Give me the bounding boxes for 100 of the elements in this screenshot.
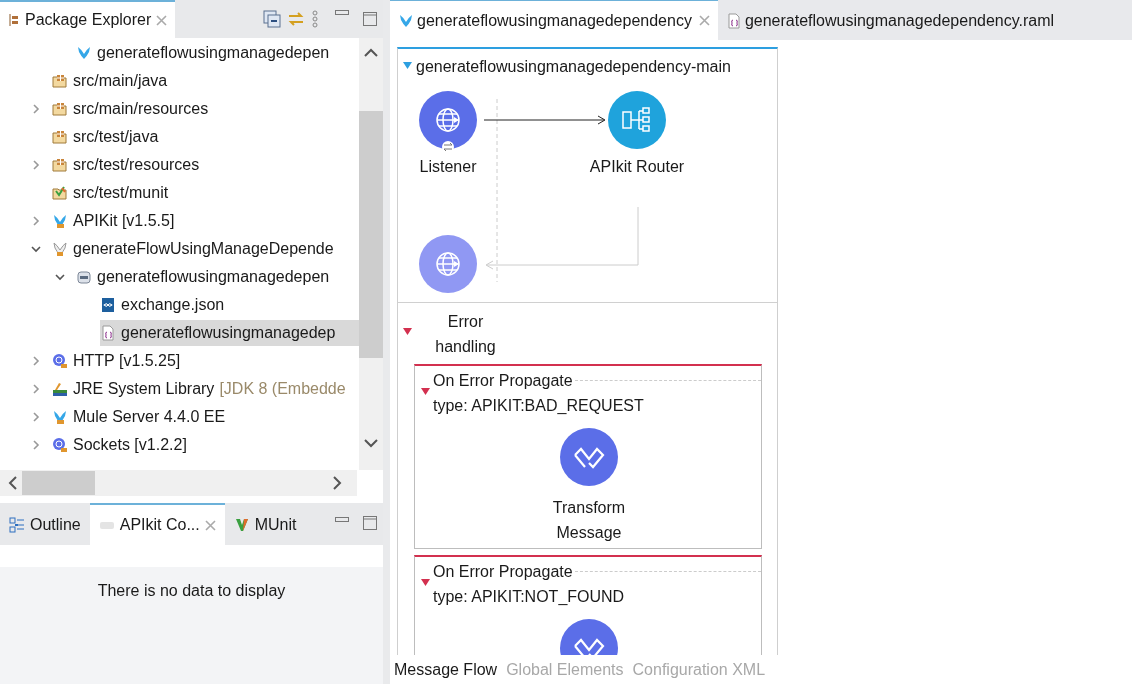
section-label: Error handling	[434, 312, 497, 357]
transform-node[interactable]	[559, 427, 619, 487]
tree-item[interactable]: JRE System Library [JDK 8 (Embedde	[52, 376, 350, 402]
expand-toggle-icon[interactable]	[30, 383, 42, 395]
scrollbar-thumb[interactable]	[22, 471, 95, 495]
expand-toggle-icon[interactable]	[30, 411, 42, 423]
tree-item-label: src/main/resources	[73, 99, 209, 119]
minimize-icon[interactable]	[335, 10, 349, 16]
node-label: APIkit Router	[588, 157, 686, 177]
bird-icon	[52, 213, 68, 229]
link-icon[interactable]	[287, 10, 305, 28]
tree-item-label: src/test/resources	[73, 155, 200, 175]
close-icon[interactable]	[204, 519, 216, 531]
tree-item-label: APIKit [v1.5.5]	[73, 211, 175, 231]
scrollbar-thumb[interactable]	[359, 111, 383, 358]
json-file-icon	[100, 297, 116, 313]
tree-item[interactable]: generateflowusingmanagedep	[100, 320, 359, 346]
error-type: type: APIKIT:NOT_FOUND	[433, 587, 625, 607]
tree-item-label: generateflowusingmanagedepen	[97, 43, 330, 63]
mule-icon	[76, 45, 92, 61]
scroll-up-icon[interactable]	[364, 48, 378, 58]
expand-toggle-icon[interactable]	[30, 215, 42, 227]
scroll-left-icon[interactable]	[8, 476, 18, 490]
editor-view-tab[interactable]: Message Flow	[394, 657, 498, 682]
tree-item-label: Mule Server 4.4.0 EE	[73, 407, 226, 427]
outline-icon	[9, 517, 25, 533]
view-tab[interactable]: Outline	[0, 503, 90, 545]
error-type: type: APIKIT:BAD_REQUEST	[433, 396, 644, 416]
mule-icon	[398, 12, 414, 29]
maximize-icon[interactable]	[363, 516, 377, 530]
horizontal-scrollbar[interactable]	[0, 470, 357, 496]
vertical-scrollbar[interactable]	[359, 38, 383, 470]
tree-item-detail: [JDK 8 (Embedde	[219, 379, 346, 399]
tree-item-label: generateflowusingmanagedep	[121, 323, 336, 343]
router-node[interactable]	[607, 90, 667, 150]
tree-item-label: src/main/java	[73, 71, 168, 91]
collapse-toggle-icon[interactable]	[421, 387, 430, 396]
exchange-icon	[442, 141, 454, 153]
node-label: Listener	[418, 157, 478, 177]
tree-item[interactable]: src/main/resources	[52, 96, 213, 122]
view-tab[interactable]: MUnit	[224, 503, 306, 545]
view-tab[interactable]: APIkit Co...	[89, 503, 225, 545]
kebab-menu-icon[interactable]	[311, 10, 319, 28]
folder-icon	[52, 157, 68, 173]
minimize-icon[interactable]	[335, 517, 349, 523]
node-label: Transform Message	[551, 498, 627, 543]
tree-item-label: Sockets [v1.2.2]	[73, 435, 187, 455]
tree-item-label: src/test/munit	[73, 183, 169, 203]
handler-title: On Error Propagate	[433, 371, 573, 391]
tree-item[interactable]: Mule Server 4.4.0 EE	[52, 404, 230, 430]
close-icon[interactable]	[156, 14, 168, 26]
editor-tab[interactable]: generateflowusingmanagedependency.raml	[717, 0, 1063, 40]
empty-message: There is no data to display	[97, 582, 286, 599]
tree-item-label: generateFlowUsingManageDepende	[73, 239, 334, 259]
collapse-toggle-icon[interactable]	[403, 61, 412, 70]
tree-item[interactable]: generateflowusingmanagedepen	[76, 40, 334, 66]
view-tab[interactable]: Package Explorer	[0, 0, 176, 38]
expand-toggle-icon[interactable]	[30, 159, 42, 171]
connector-icon	[52, 353, 68, 369]
globe-node[interactable]	[418, 234, 478, 294]
expand-toggle-icon[interactable]	[30, 243, 42, 255]
flow-name: generateflowusingmanagedependency-main	[416, 57, 731, 77]
tree-item[interactable]: generateFlowUsingManageDepende	[52, 236, 338, 262]
tree-item[interactable]: exchange.json	[100, 292, 229, 318]
folder-icon	[52, 73, 68, 89]
connector-icon	[52, 437, 68, 453]
tree-item[interactable]: src/test/resources	[52, 152, 204, 178]
expand-toggle-icon[interactable]	[30, 439, 42, 451]
globe-node[interactable]	[418, 90, 478, 150]
expand-toggle-icon[interactable]	[30, 355, 42, 367]
bird-icon	[52, 409, 68, 425]
folder-icon	[52, 129, 68, 145]
tree-item-label: HTTP [v1.5.25]	[73, 351, 181, 371]
scroll-down-icon[interactable]	[364, 438, 378, 448]
tree-item[interactable]: src/main/java	[52, 68, 172, 94]
tree-item[interactable]: generateflowusingmanagedepen	[76, 264, 334, 290]
jar-icon	[76, 269, 92, 285]
collapse-toggle-icon[interactable]	[421, 578, 430, 587]
munit-icon	[233, 517, 250, 533]
tree-item-label: generateflowusingmanagedepen	[97, 267, 330, 287]
tree-item[interactable]: APIKit [v1.5.5]	[52, 208, 179, 234]
books-icon	[52, 381, 68, 397]
expand-toggle-icon[interactable]	[30, 103, 42, 115]
collapse-toggle-icon[interactable]	[403, 327, 412, 336]
scroll-right-icon[interactable]	[332, 476, 342, 490]
bird-icon	[52, 241, 68, 257]
file-icon	[725, 12, 742, 29]
handler-title: On Error Propagate	[433, 562, 573, 582]
maximize-icon[interactable]	[363, 12, 377, 26]
close-icon[interactable]	[698, 15, 710, 26]
collapse-all-icon[interactable]	[263, 10, 281, 28]
tree-item[interactable]: src/test/java	[52, 124, 163, 150]
folder-icon	[52, 185, 68, 201]
tree-item[interactable]: src/test/munit	[52, 180, 173, 206]
tree-item[interactable]: Sockets [v1.2.2]	[52, 432, 191, 458]
tree-item-label: JRE System Library	[73, 379, 215, 399]
folder-icon	[52, 101, 68, 117]
tree-item[interactable]: HTTP [v1.5.25]	[52, 348, 185, 374]
tree-item-label: exchange.json	[121, 295, 225, 315]
expand-toggle-icon[interactable]	[54, 271, 66, 283]
